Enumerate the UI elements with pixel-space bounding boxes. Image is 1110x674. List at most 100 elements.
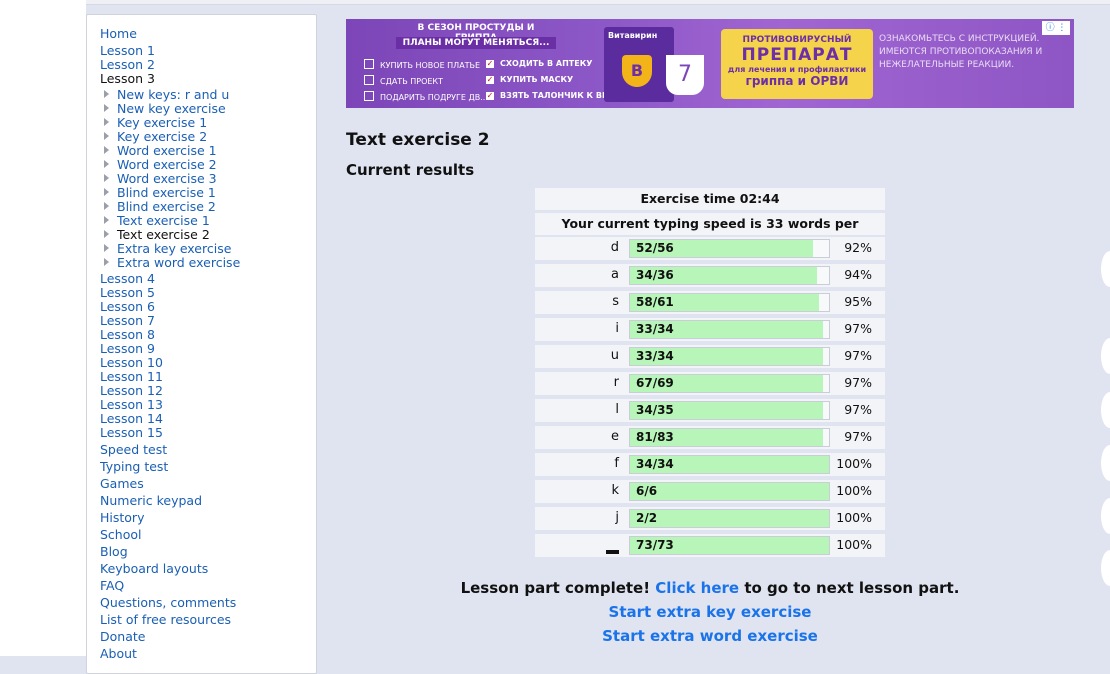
sidebar-item-lesson[interactable]: Lesson 10 [100, 355, 163, 370]
sidebar-item-lesson-1[interactable]: Lesson 1 [100, 43, 155, 58]
sidebar-item-lesson[interactable]: Lesson 5 [100, 285, 155, 300]
key-label: k [611, 483, 619, 498]
sidebar-subitem[interactable]: Key exercise 2 [104, 129, 207, 144]
result-row: e 81/83 97% [535, 426, 885, 449]
sidebar-item-list-of-free-resources[interactable]: List of free resources [100, 612, 231, 627]
sidebar-item-lesson[interactable]: Lesson 9 [100, 341, 155, 356]
accuracy-percent: 97% [844, 402, 872, 417]
sidebar-subitem[interactable]: Blind exercise 1 [104, 185, 216, 200]
correct-count: 6/6 [636, 484, 658, 498]
ad-check-item: СДАТЬ ПРОЕКТ [364, 75, 443, 86]
chevron-right-icon [104, 160, 109, 168]
accuracy-bar: 81/83 [629, 428, 830, 447]
key-label: d [610, 240, 619, 255]
sidebar-item-numeric-keypad[interactable]: Numeric keypad [100, 493, 202, 508]
accuracy-bar: 34/35 [629, 401, 830, 420]
sidebar-subitem[interactable]: New key exercise [104, 101, 226, 116]
side-edge-decoration [1101, 445, 1110, 481]
sidebar-item-lesson[interactable]: Lesson 13 [100, 397, 163, 412]
sidebar-subitem[interactable]: Extra word exercise [104, 255, 240, 270]
sidebar-item-faq[interactable]: FAQ [100, 578, 124, 593]
sidebar-item-lesson[interactable]: Lesson 15 [100, 425, 163, 440]
result-row: s 58/61 95% [535, 291, 885, 314]
sidebar-item-games[interactable]: Games [100, 476, 144, 491]
extra-word-exercise-link-wrap: Start extra word exercise [346, 627, 1074, 645]
sidebar-item-lesson[interactable]: Lesson 7 [100, 313, 155, 328]
ad-info-icon[interactable]: ⓘ ⋮ [1042, 21, 1070, 35]
accuracy-bar: 2/2 [629, 509, 830, 528]
sidebar-item-lesson-2[interactable]: Lesson 2 [100, 57, 155, 72]
sidebar-item-home[interactable]: Home [100, 26, 137, 41]
key-label: l [615, 402, 619, 417]
result-row: u 33/34 97% [535, 345, 885, 368]
chevron-right-icon [104, 188, 109, 196]
correct-count: 34/34 [636, 457, 674, 471]
correct-count: 34/36 [636, 268, 674, 282]
accuracy-percent: 94% [844, 267, 872, 282]
sidebar-item-about[interactable]: About [100, 646, 137, 661]
sidebar-item-speed-test[interactable]: Speed test [100, 442, 167, 457]
chevron-right-icon [104, 174, 109, 182]
result-row: i 33/34 97% [535, 318, 885, 341]
correct-count: 67/69 [636, 376, 674, 390]
sidebar-item-lesson[interactable]: Lesson 6 [100, 299, 155, 314]
sidebar-item-lesson-3: Lesson 3 [100, 71, 155, 86]
accuracy-percent: 97% [844, 375, 872, 390]
sidebar-item-typing-test[interactable]: Typing test [100, 459, 168, 474]
sidebar-item-lesson[interactable]: Lesson 11 [100, 369, 163, 384]
sidebar-subitem[interactable]: New keys: r and u [104, 87, 229, 102]
key-label: r [613, 375, 619, 390]
start-extra-key-exercise-link[interactable]: Start extra key exercise [609, 603, 812, 621]
sidebar-item-history[interactable]: History [100, 510, 144, 525]
accuracy-bar: 34/36 [629, 266, 830, 285]
sidebar-subitem[interactable]: Text exercise 1 [104, 213, 210, 228]
key-label: i [615, 321, 619, 336]
key-label: e [611, 429, 619, 444]
result-row: r 67/69 97% [535, 372, 885, 395]
chevron-right-icon [104, 104, 109, 112]
page-title: Text exercise 2 [346, 130, 490, 150]
sidebar-subitem[interactable]: Extra key exercise [104, 241, 231, 256]
correct-count: 34/35 [636, 403, 674, 417]
typing-speed: Your current typing speed is 33 words pe… [535, 213, 885, 253]
sidebar-item-lesson[interactable]: Lesson 8 [100, 327, 155, 342]
sidebar-subitem[interactable]: Word exercise 2 [104, 157, 217, 172]
sidebar-subitem: Text exercise 2 [104, 227, 210, 242]
accuracy-percent: 100% [836, 537, 872, 552]
sidebar-item-lesson[interactable]: Lesson 4 [100, 271, 155, 286]
accuracy-percent: 100% [836, 510, 872, 525]
accuracy-percent: 92% [844, 240, 872, 255]
side-edge-decoration [1101, 550, 1110, 586]
result-row: 73/73 100% [535, 534, 885, 557]
sidebar-subitem[interactable]: Word exercise 3 [104, 171, 217, 186]
sidebar-subitem[interactable]: Blind exercise 2 [104, 199, 216, 214]
accuracy-bar-fill [630, 510, 829, 527]
sidebar-item-lesson[interactable]: Lesson 14 [100, 411, 163, 426]
correct-count: 33/34 [636, 349, 674, 363]
advertisement-banner[interactable]: В СЕЗОН ПРОСТУДЫ И ГРИППА ПЛАНЫ МОГУТ МЕ… [346, 19, 1074, 108]
sidebar-subitem[interactable]: Word exercise 1 [104, 143, 217, 158]
ad-check-item: ✓ СХОДИТЬ В АПТЕКУ [486, 59, 593, 68]
cup-icon: 7 [666, 55, 704, 95]
ad-check-item: КУПИТЬ НОВОЕ ПЛАТЬЕ [364, 59, 480, 70]
key-label: j [615, 510, 619, 525]
sidebar-item-school[interactable]: School [100, 527, 142, 542]
start-extra-word-exercise-link[interactable]: Start extra word exercise [602, 627, 818, 645]
accuracy-bar: 33/34 [629, 320, 830, 339]
sidebar-item-keyboard-layouts[interactable]: Keyboard layouts [100, 561, 208, 576]
sidebar-item-lesson[interactable]: Lesson 12 [100, 383, 163, 398]
accuracy-bar: 52/56 [629, 239, 830, 258]
chevron-right-icon [104, 230, 109, 238]
accuracy-percent: 100% [836, 456, 872, 471]
correct-count: 2/2 [636, 511, 658, 525]
result-row: l 34/35 97% [535, 399, 885, 422]
chevron-right-icon [104, 202, 109, 210]
sidebar-item-donate[interactable]: Donate [100, 629, 145, 644]
key-label: a [611, 267, 619, 282]
sidebar-subitem[interactable]: Key exercise 1 [104, 115, 207, 130]
sidebar-item-questions-comments[interactable]: Questions, comments [100, 595, 236, 610]
next-lesson-link[interactable]: Click here [655, 579, 739, 597]
correct-count: 33/34 [636, 322, 674, 336]
extra-key-exercise-link-wrap: Start extra key exercise [346, 603, 1074, 621]
sidebar-item-blog[interactable]: Blog [100, 544, 128, 559]
